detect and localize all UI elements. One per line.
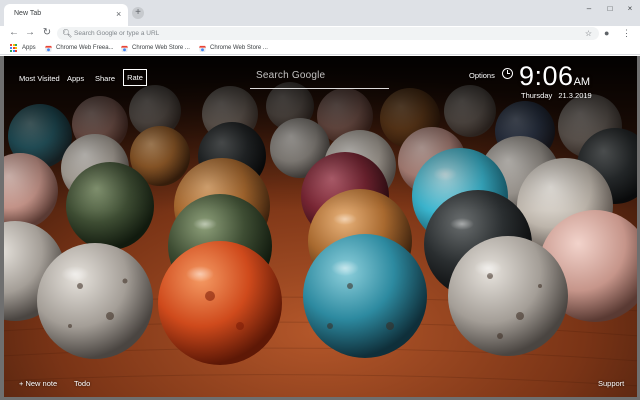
browser-toolbar: ← → ↻ 🔍︎ Search Google or type a URL ☆ ●… [0, 26, 640, 41]
account-icon[interactable]: ● [604, 27, 609, 39]
bookmark-label: Apps [22, 45, 36, 51]
chrome-web-store-icon [199, 45, 206, 52]
bookmark-label: Chrome Web Store ... [210, 45, 268, 51]
tab-title: New Tab [14, 10, 42, 17]
menu-icon[interactable]: ⋮ [622, 27, 631, 39]
bookmark-label: Chrome Web Freea... [56, 45, 114, 51]
marbles-background-image [0, 56, 640, 400]
bookmarks-bar: Apps Chrome Web Freea... Chrome Web Stor… [0, 41, 640, 55]
most-visited-link[interactable]: Most Visited [19, 74, 60, 83]
bookmark-chrome-web-freea[interactable]: Chrome Web Freea... [45, 43, 114, 53]
search-icon: 🔍︎ [62, 29, 73, 38]
back-icon[interactable]: ← [8, 27, 20, 39]
tab-strip: New Tab × + – □ × [0, 0, 640, 26]
bookmark-chrome-web-store-1[interactable]: Chrome Web Store ... [121, 43, 190, 53]
forward-icon[interactable]: → [24, 27, 36, 39]
support-link[interactable]: Support [598, 379, 624, 388]
omnibox[interactable]: 🔍︎ Search Google or type a URL ☆ [57, 27, 599, 40]
bookmark-apps[interactable]: Apps [10, 43, 36, 53]
omnibox-input[interactable]: Search Google or type a URL [74, 29, 159, 38]
tab-new-tab[interactable]: New Tab × [4, 4, 128, 26]
new-tab-page: Most Visited Apps Share Rate Search Goog… [0, 56, 640, 400]
apps-link[interactable]: Apps [67, 74, 84, 83]
clock-digits: 9:06 [519, 61, 574, 91]
search-input[interactable]: Search Google [256, 70, 325, 81]
options-link[interactable]: Options [469, 71, 495, 80]
bookmark-chrome-web-store-2[interactable]: Chrome Web Store ... [199, 43, 268, 53]
bookmark-label: Chrome Web Store ... [132, 45, 190, 51]
clock-am-pm: AM [573, 76, 591, 88]
chrome-web-store-icon [45, 45, 52, 52]
clock-date: Thursday 21.3.2019 [521, 91, 592, 100]
reload-icon[interactable]: ↻ [41, 27, 53, 39]
alarm-clock-icon[interactable] [502, 68, 513, 79]
apps-grid-icon [10, 44, 18, 52]
maximize-icon[interactable]: □ [603, 4, 617, 14]
bookmark-star-icon[interactable]: ☆ [585, 28, 592, 39]
minimize-icon[interactable]: – [582, 4, 596, 14]
close-window-icon[interactable]: × [623, 4, 637, 14]
share-link[interactable]: Share [95, 74, 115, 83]
new-tab-button[interactable]: + [132, 7, 144, 19]
rate-button[interactable]: Rate [123, 69, 147, 86]
search-box[interactable]: Search Google [250, 68, 389, 89]
chrome-web-store-icon [121, 45, 128, 52]
new-note-button[interactable]: + New note [19, 379, 57, 388]
todo-link[interactable]: Todo [74, 379, 90, 388]
tab-close-icon[interactable]: × [116, 9, 121, 19]
clock-date-value: 21.3.2019 [558, 91, 592, 100]
clock-day: Thursday [521, 91, 553, 100]
